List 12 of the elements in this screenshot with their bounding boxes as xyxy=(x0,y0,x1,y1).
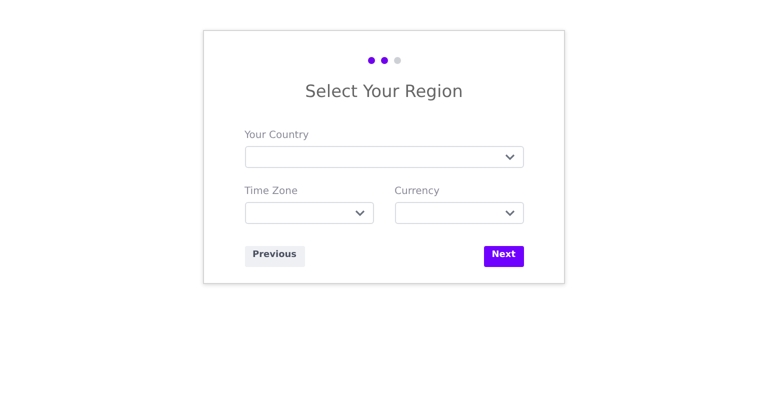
chevron-down-icon xyxy=(504,210,514,216)
select-field[interactable] xyxy=(244,146,524,168)
field-label: Currency xyxy=(394,184,441,198)
page-title: Select Your Region xyxy=(305,81,463,104)
select-field[interactable] xyxy=(394,202,524,224)
next-button[interactable]: Next xyxy=(484,246,524,266)
field-label: Your Country xyxy=(244,128,310,142)
chevron-down-icon xyxy=(354,210,364,216)
chevron-down-icon xyxy=(504,154,514,160)
select-field[interactable] xyxy=(244,202,374,224)
field-label: Time Zone xyxy=(244,184,299,198)
previous-button[interactable]: Previous xyxy=(244,246,305,266)
